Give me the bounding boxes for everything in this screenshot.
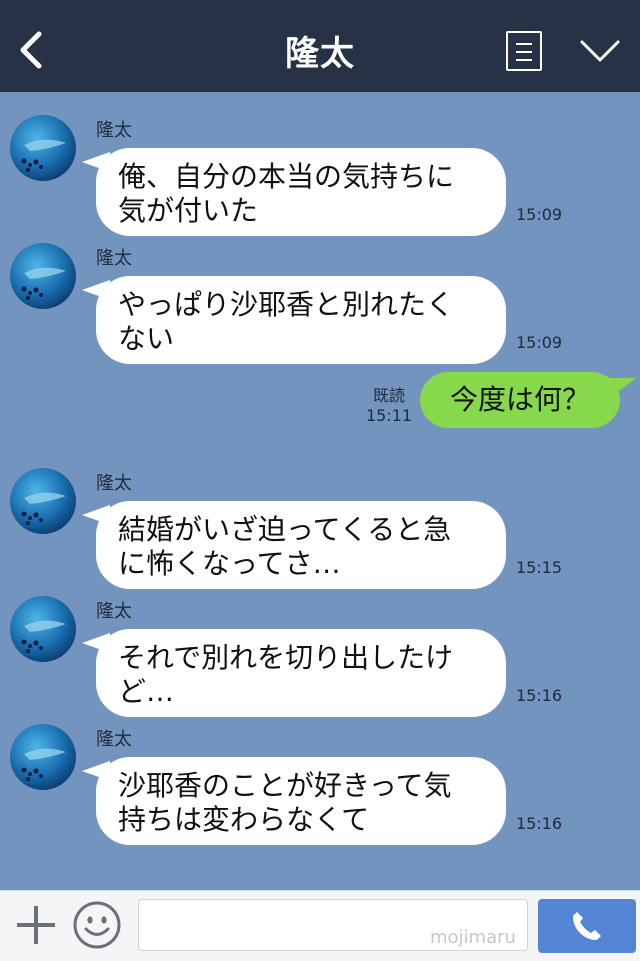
bubble-tail: [606, 378, 636, 398]
own-message-bubble[interactable]: 今度は何？: [420, 372, 620, 428]
message-list[interactable]: 隆太 俺、自分の本当の気持ちに 気が付いた 15:09 隆太 やっぱり沙耶香と別…: [0, 92, 640, 890]
call-button[interactable]: [538, 899, 636, 953]
message-time: 15:09: [516, 333, 563, 352]
avatar[interactable]: [10, 596, 76, 662]
list-icon: [516, 43, 532, 45]
avatar[interactable]: [10, 724, 76, 790]
message-time: 15:11: [365, 406, 413, 425]
avatar[interactable]: [10, 243, 76, 309]
message-time: 15:15: [516, 558, 563, 577]
avatar[interactable]: [10, 468, 76, 534]
phone-icon: [573, 912, 601, 940]
sender-name: 隆太: [96, 473, 132, 494]
emoji-button[interactable]: [72, 900, 122, 950]
add-button[interactable]: [14, 903, 58, 947]
avatar[interactable]: [10, 115, 76, 181]
sender-name: 隆太: [96, 729, 132, 750]
dropdown-button[interactable]: [578, 36, 622, 66]
chat-title: 隆太: [285, 34, 355, 74]
message-bubble[interactable]: 結婚がいざ迫ってくると急 に怖くなってさ…: [96, 501, 506, 589]
read-label: 既読: [372, 386, 405, 405]
message-time: 15:09: [516, 205, 563, 224]
message-bubble[interactable]: 俺、自分の本当の気持ちに 気が付いた: [96, 148, 506, 236]
smiley-icon: [73, 901, 121, 949]
chat-header: 隆太: [0, 0, 640, 92]
input-bar: mojimaru: [0, 890, 640, 961]
chevron-down-icon: [580, 40, 620, 62]
sender-name: 隆太: [96, 601, 132, 622]
message-time: 15:16: [516, 686, 563, 705]
menu-button[interactable]: [506, 31, 542, 71]
message-bubble[interactable]: それで別れを切り出したけ ど…: [96, 629, 506, 717]
message-bubble[interactable]: 沙耶香のことが好きって気 持ちは変わらなくて: [96, 757, 506, 845]
message-bubble[interactable]: やっぱり沙耶香と別れたく ない: [96, 276, 506, 364]
message-time: 15:16: [516, 814, 563, 833]
watermark-text: mojimaru: [430, 927, 516, 948]
sender-name: 隆太: [96, 120, 132, 141]
read-receipt: 既読 15:11: [362, 386, 416, 426]
plus-icon: [17, 906, 55, 944]
sender-name: 隆太: [96, 248, 132, 269]
